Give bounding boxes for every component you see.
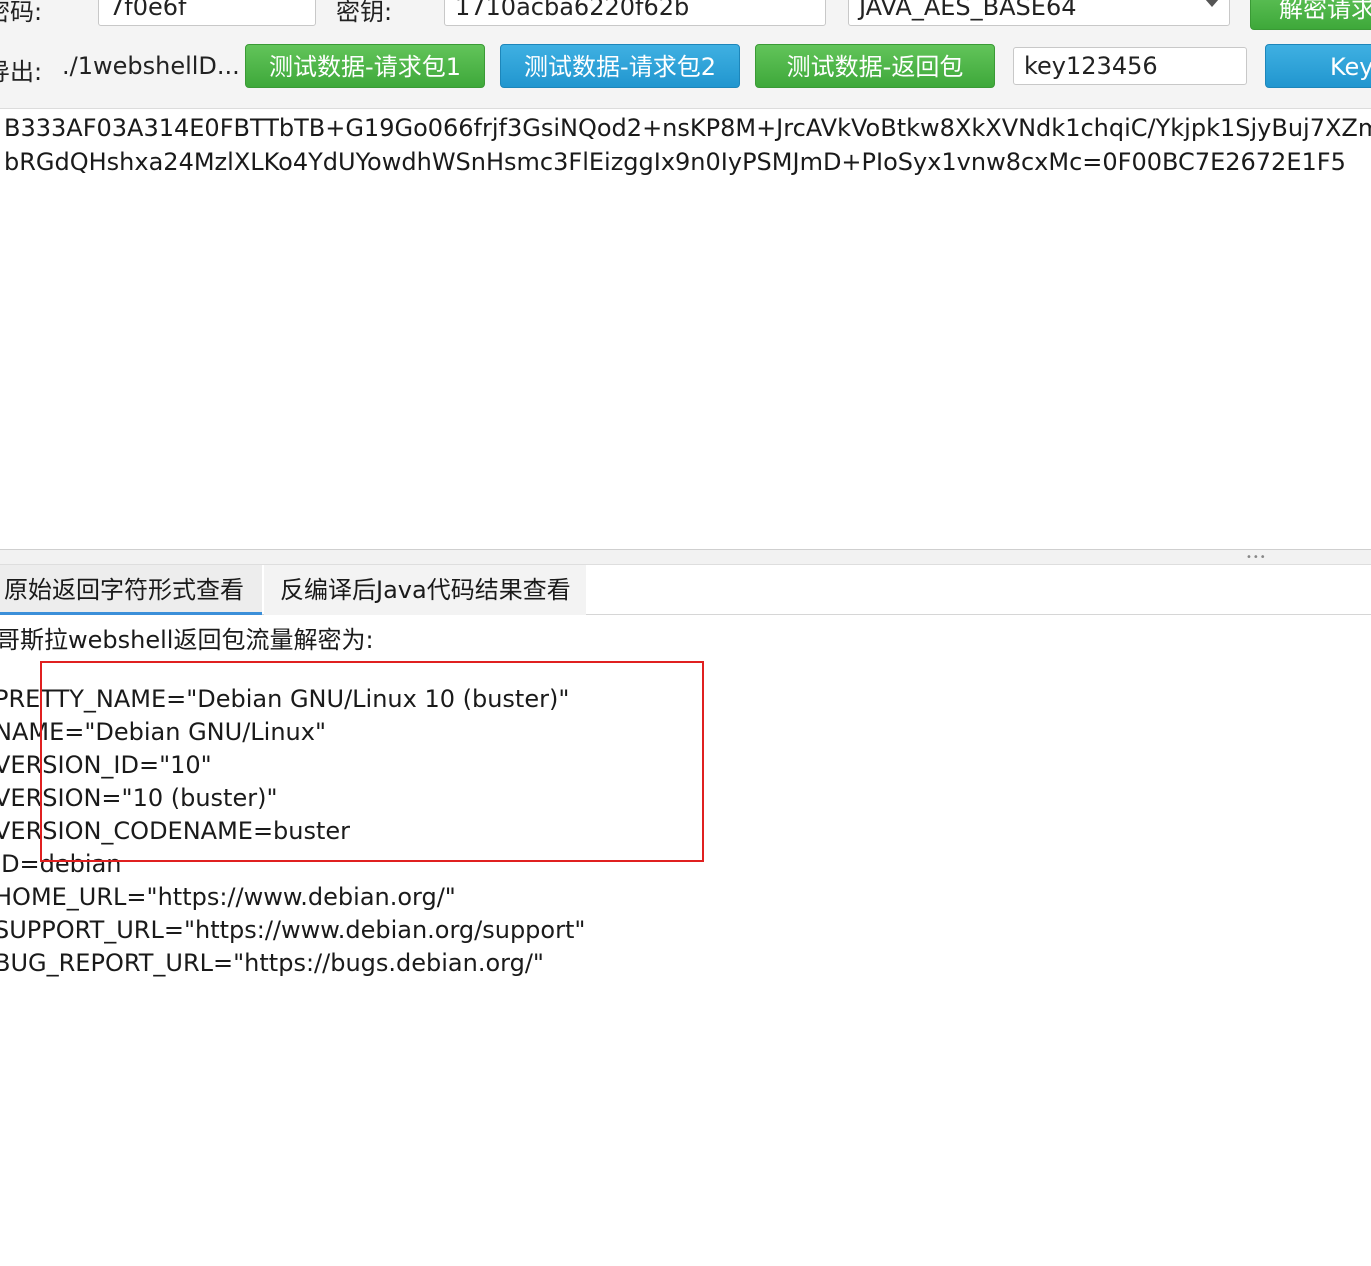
test-request1-button[interactable]: 测试数据-请求包1 <box>245 44 485 88</box>
key-input[interactable]: 1710acba6220f62b <box>444 0 826 26</box>
export-label: 导出: <box>0 58 43 86</box>
key-label: 密钥: <box>336 0 393 26</box>
key-text-input[interactable]: key123456 <box>1013 47 1247 85</box>
crypto-mode-value: JAVA_AES_BASE64 <box>859 0 1077 21</box>
test-response-button[interactable]: 测试数据-返回包 <box>755 44 995 88</box>
raw-data-textarea[interactable]: B333AF03A314E0FBTTbTB+G19Go066frjf3GsiNQ… <box>0 108 1371 551</box>
output-line: SUPPORT_URL="https://www.debian.org/supp… <box>0 916 586 944</box>
toolbar: 密码: 7f0e6f 密钥: 1710acba6220f62b JAVA_AES… <box>0 0 1371 108</box>
output-line: HOME_URL="https://www.debian.org/" <box>0 883 456 911</box>
split-pane-divider[interactable]: ••• <box>0 549 1371 565</box>
output-line: BUG_REPORT_URL="https://bugs.debian.org/… <box>0 949 544 977</box>
decrypt-request-button[interactable]: 解密请求 <box>1250 0 1371 30</box>
output-header: 哥斯拉webshell返回包流量解密为: <box>0 626 374 654</box>
chevron-down-icon <box>1205 0 1219 7</box>
tab-decompiled-java-view[interactable]: 反编译后Java代码结果查看 <box>264 565 586 615</box>
tab-raw-string-view[interactable]: 原始返回字符形式查看 <box>0 565 262 615</box>
test-request2-button[interactable]: 测试数据-请求包2 <box>500 44 740 88</box>
raw-data-line-2: bRGdQHshxa24MzlXLKo4YdUYowdhWSnHsmc3FlEi… <box>4 148 1346 176</box>
raw-data-line-1: B333AF03A314E0FBTTbTB+G19Go066frjf3GsiNQ… <box>4 114 1371 142</box>
annotation-highlight-box <box>40 661 704 862</box>
result-tabs: 原始返回字符形式查看 反编译后Java代码结果查看 <box>0 565 1371 615</box>
key-button[interactable]: Key <box>1265 44 1371 88</box>
password-label: 密码: <box>0 0 43 26</box>
password-input[interactable]: 7f0e6f <box>98 0 316 26</box>
crypto-mode-select[interactable]: JAVA_AES_BASE64 <box>848 0 1230 26</box>
export-path[interactable]: ./1webshellD... <box>62 52 240 80</box>
drag-handle-icon[interactable]: ••• <box>1246 553 1267 563</box>
